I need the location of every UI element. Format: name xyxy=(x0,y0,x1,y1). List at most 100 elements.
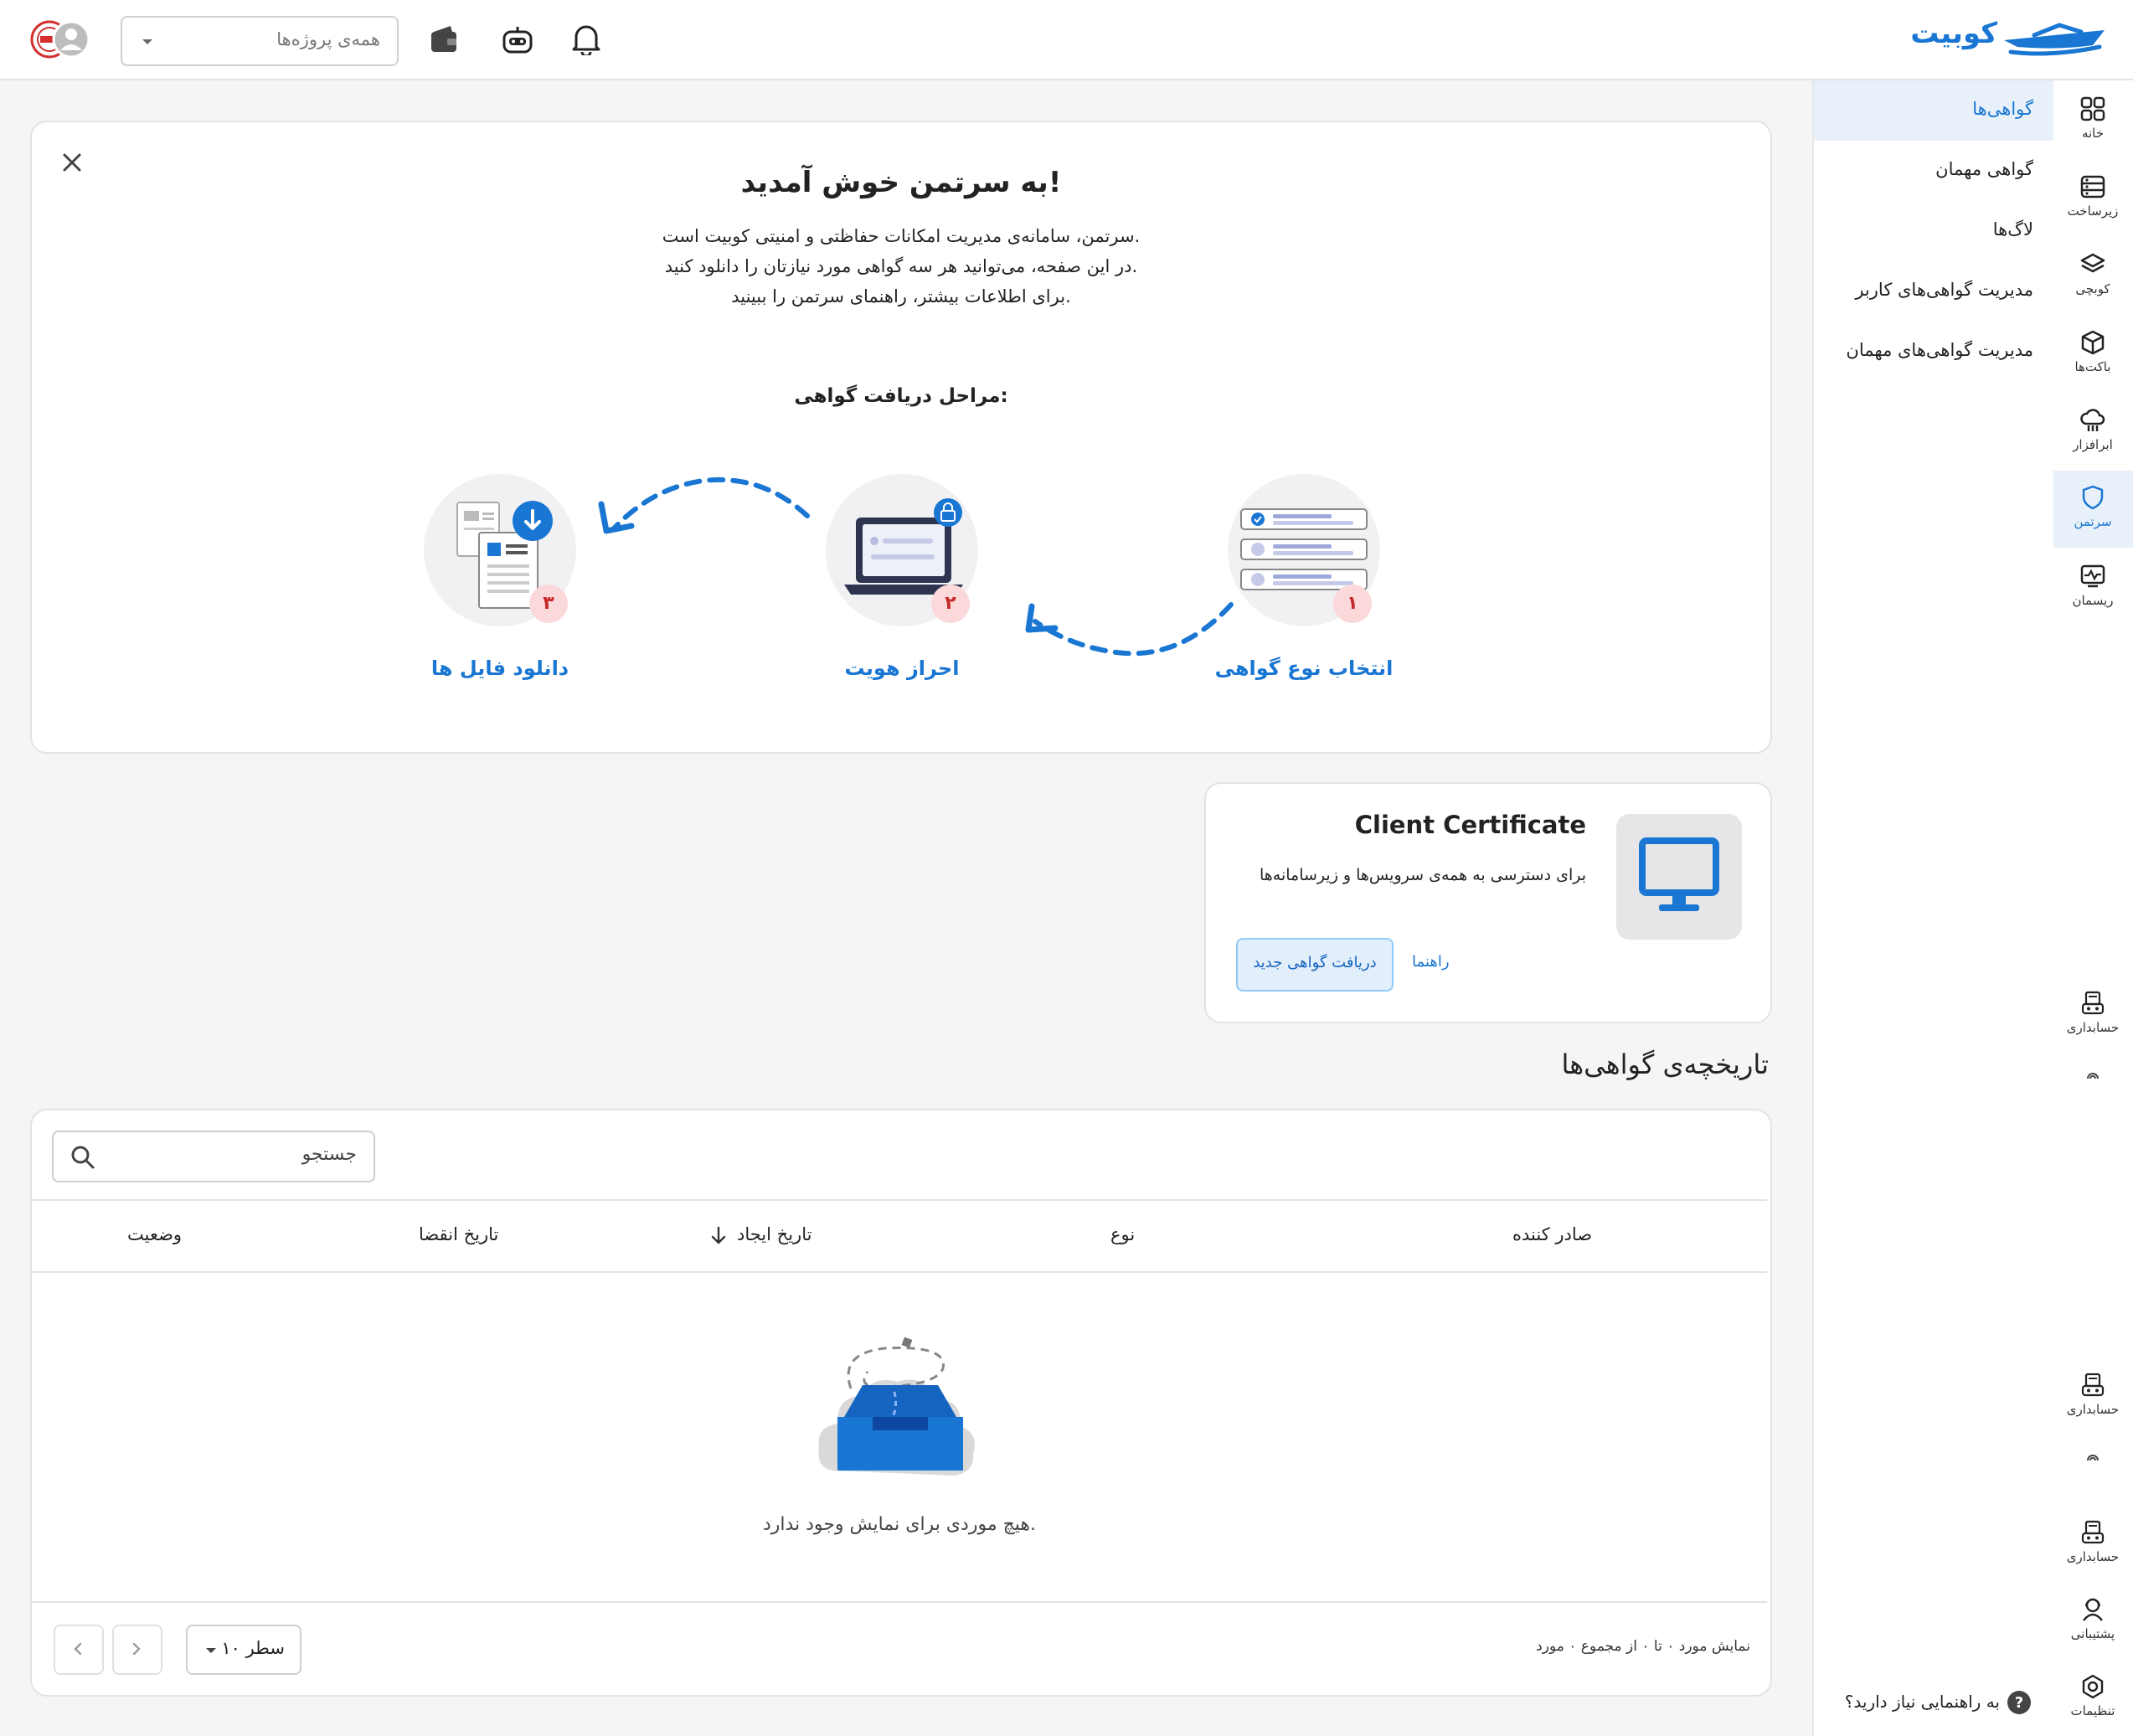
rows-per-page-select[interactable]: ۱۰ سطر xyxy=(186,1625,301,1675)
rail-label-infrastructure: زیرساخت xyxy=(2067,203,2119,219)
pagination-summary: نمایش مورد ۰ تا ۰ از مجموع ۰ مورد xyxy=(1536,1638,1750,1655)
accounting-icon xyxy=(2081,1373,2105,1397)
subnav-item-logs[interactable]: لاگ‌ها xyxy=(1993,219,2033,240)
rail-label-buckets: باکت‌ها xyxy=(2074,359,2111,374)
section-sidebar: گواهی‌ها گواهی مهمان لاگ‌ها مدیریت گواهی… xyxy=(1812,80,2053,1736)
chevron-right-icon xyxy=(132,1642,141,1656)
search-placeholder: جستجو xyxy=(301,1144,357,1165)
search-icon xyxy=(71,1146,95,1169)
project-select[interactable]: همه‌ی پروژه‌ها xyxy=(121,16,399,66)
monitor-icon xyxy=(1639,837,1719,911)
subnav-item-certificates[interactable]: گواهی‌ها xyxy=(1972,99,2033,119)
step-3-title: دانلود فایل ها xyxy=(430,657,569,680)
server-icon xyxy=(2080,175,2105,198)
subnav-item-user-cert-management[interactable]: مدیریت گواهی‌های کاربر xyxy=(1855,280,2033,300)
chevron-down-icon xyxy=(206,1648,216,1653)
column-status[interactable]: وضعیت xyxy=(127,1224,182,1244)
column-created[interactable]: تاریخ ایجاد xyxy=(737,1224,811,1244)
rail-label-kubchi: کوبچی xyxy=(2075,281,2110,296)
history-search-input[interactable]: جستجو xyxy=(52,1131,375,1182)
rail-label-settings: تنظیمات xyxy=(2070,1703,2115,1718)
rail-item-accounting-3[interactable]: حسابداری xyxy=(2053,1512,2133,1579)
rail-label-risman: ریسمان xyxy=(2072,593,2114,608)
box-icon xyxy=(2081,330,2105,355)
sort-down-icon[interactable] xyxy=(710,1226,727,1244)
empty-state-text: هیچ موردی برای نمایش وجود ندارد. xyxy=(762,1514,1037,1535)
rail-item-risman[interactable]: ریسمان xyxy=(2053,556,2133,623)
help-text: به راهنمایی نیاز دارید؟ xyxy=(1844,1692,2000,1712)
brand-name: کوبیت xyxy=(1910,17,1997,50)
client-cert-title: Client Certificate xyxy=(1354,811,1586,839)
subnav-item-guest-certificate[interactable]: گواهی مهمان xyxy=(1935,159,2033,179)
main-rail: خانه زیرساخت کوبچی باکت‌ها ابرافزار xyxy=(2051,80,2133,1736)
steps-heading: مراحل دریافت گواهی: xyxy=(794,385,1008,407)
welcome-title: به سرتمن خوش آمدید! xyxy=(740,166,1062,199)
client-certificate-card: Client Certificate برای دسترسی به همه‌ی … xyxy=(1204,782,1772,1023)
avatar-icon xyxy=(52,20,90,59)
step-2-badge: ۲ xyxy=(931,585,970,623)
cloud-icon xyxy=(2080,409,2105,431)
prev-page-button[interactable] xyxy=(112,1625,162,1675)
rail-item-buckets[interactable]: باکت‌ها xyxy=(2053,322,2133,389)
project-select-placeholder: همه‌ی پروژه‌ها xyxy=(276,29,380,49)
grid-icon xyxy=(2080,96,2105,121)
brand-logo[interactable]: کوبیت xyxy=(1910,17,2108,62)
rail-item-cloud-app[interactable]: ابرافزار xyxy=(2053,400,2133,467)
top-bar: کوبیت همه‌ی پروژه‌ها xyxy=(0,0,2133,80)
signal-icon xyxy=(2087,1455,2099,1461)
column-issuer[interactable]: صادر کننده xyxy=(1512,1224,1592,1244)
client-cert-description: برای دسترسی به همه‌ی سرویس‌ها و زیرسامان… xyxy=(1259,866,1586,884)
empty-box-icon xyxy=(818,1337,975,1476)
rows-per-page-value: ۱۰ سطر xyxy=(221,1638,285,1658)
table-header xyxy=(32,1199,1767,1273)
rail-item-accounting-1[interactable]: حسابداری xyxy=(2053,983,2133,1050)
robot-icon[interactable] xyxy=(501,25,534,55)
chevron-left-icon xyxy=(74,1642,82,1656)
signal-icon xyxy=(2087,1073,2099,1079)
rail-label-cloud-app: ابرافزار xyxy=(2073,437,2113,452)
wallet-icon[interactable] xyxy=(429,23,459,55)
rail-label-certman: سرتمن xyxy=(2074,514,2112,529)
rail-label-accounting-1: حسابداری xyxy=(2066,1020,2120,1035)
arrow-step-2-to-3-icon xyxy=(598,476,810,534)
step-1-badge: ۱ xyxy=(1333,585,1372,623)
monitor-tile xyxy=(1616,814,1742,940)
rail-item-home[interactable]: خانه xyxy=(2053,89,2133,156)
question-icon: ? xyxy=(2007,1691,2031,1714)
rail-label-accounting-3: حسابداری xyxy=(2066,1549,2120,1564)
new-certificate-label: دریافت گواهی جدید xyxy=(1253,954,1377,971)
subnav-item-guest-cert-management[interactable]: مدیریت گواهی‌های مهمان xyxy=(1846,340,2033,360)
accounting-icon xyxy=(2081,1520,2105,1544)
bell-icon[interactable] xyxy=(571,23,601,55)
rail-item-certman[interactable]: سرتمن xyxy=(2053,471,2133,548)
next-page-button[interactable] xyxy=(54,1625,104,1675)
column-expires[interactable]: تاریخ انقضا xyxy=(419,1224,498,1244)
ship-logo-icon xyxy=(2004,23,2105,56)
rail-label-accounting-2: حسابداری xyxy=(2066,1402,2120,1417)
history-title: تاریخچه‌ی گواهی‌ها xyxy=(1561,1048,1769,1080)
rail-item-kubchi[interactable]: کوبچی xyxy=(2053,245,2133,312)
settings-icon xyxy=(2082,1674,2104,1699)
guide-link[interactable]: راهنما xyxy=(1412,953,1450,971)
support-icon xyxy=(2083,1598,2103,1621)
new-certificate-button[interactable]: دریافت گواهی جدید xyxy=(1236,938,1394,992)
accounting-icon xyxy=(2081,991,2105,1015)
arrow-step-1-to-2-icon xyxy=(1025,602,1234,657)
column-type[interactable]: نوع xyxy=(1110,1224,1135,1244)
welcome-line-1: سرتمن، سامانه‌ی مدیریت امکانات حفاظتی و … xyxy=(662,226,1141,246)
welcome-line-2: در این صفحه، می‌توانید هر سه گواهی مورد … xyxy=(664,256,1138,276)
monitor-pulse-icon xyxy=(2080,564,2105,588)
rail-label-support: پشتیبانی xyxy=(2070,1626,2115,1641)
step-2-title: احراز هویت xyxy=(844,657,960,680)
rail-item-infrastructure[interactable]: زیرساخت xyxy=(2053,167,2133,234)
chevron-down-icon xyxy=(142,39,152,44)
rail-item-accounting-2[interactable]: حسابداری xyxy=(2053,1365,2133,1432)
rail-item-settings[interactable]: تنظیمات xyxy=(2053,1666,2133,1733)
step-3-badge: ۳ xyxy=(529,585,568,623)
layers-icon xyxy=(2080,253,2105,273)
rail-item-support[interactable]: پشتیبانی xyxy=(2053,1589,2133,1656)
user-avatar[interactable] xyxy=(30,20,94,60)
welcome-card: به سرتمن خوش آمدید! سرتمن، سامانه‌ی مدیر… xyxy=(30,121,1772,754)
welcome-line-3: برای اطلاعات بیشتر، راهنمای سرتمن را ببی… xyxy=(731,286,1071,307)
shield-icon xyxy=(2082,485,2104,510)
